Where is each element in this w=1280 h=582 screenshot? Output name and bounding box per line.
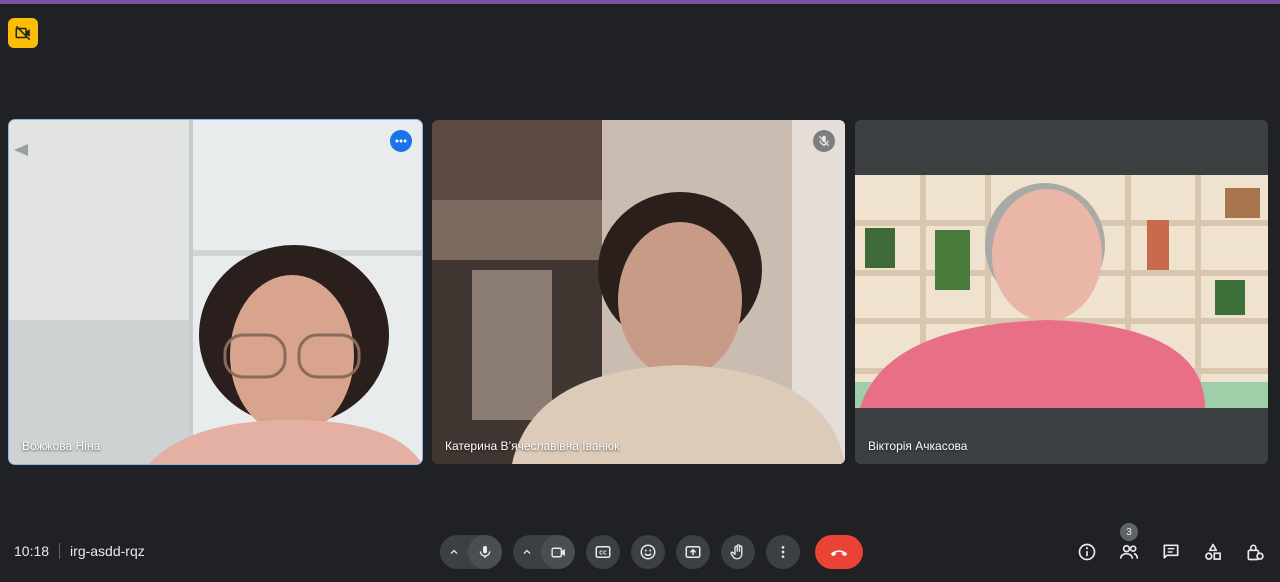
present-icon [685,546,701,558]
call-controls: CC [440,535,863,569]
call-end-icon [830,550,848,557]
chat-button[interactable] [1158,535,1184,569]
people-button[interactable]: 3 [1116,523,1142,569]
raise-hand-icon [730,544,743,560]
more-horiz-icon [395,139,407,143]
more-options-button[interactable] [766,535,800,569]
mic-button[interactable] [468,535,502,569]
participant-name: Вожжова Ніна [22,439,101,453]
meeting-time: 10:18 [14,543,50,559]
meeting-info: 10:18 irg-asdd-rqz [14,543,145,559]
captions-button[interactable]: CC [586,535,620,569]
camera-button[interactable] [541,535,575,569]
camera-control-group [513,535,575,569]
reactions-button[interactable] [631,535,665,569]
more-options-button[interactable] [390,130,412,152]
people-icon [1119,544,1139,559]
participant-video-2 [432,120,845,464]
divider [59,543,61,559]
participant-video-3 [855,120,1268,464]
participant-name: Вікторія Ачкасова [868,439,968,453]
mic-control-group [440,535,502,569]
participant-tile-2[interactable]: Катерина В’ячеславівна Іванюк [432,120,845,464]
mic-off-icon [818,135,830,147]
participant-video-1 [9,120,422,464]
captions-icon: CC [595,546,611,558]
participant-tile-3[interactable]: Вікторія Ачкасова [855,120,1268,464]
raise-hand-button[interactable] [721,535,755,569]
activities-icon [1205,543,1221,560]
present-button[interactable] [676,535,710,569]
chevron-up-icon [450,549,458,554]
recording-badge[interactable] [8,18,38,48]
svg-text:CC: CC [599,551,607,557]
top-accent-bar [0,0,1280,4]
emoji-icon [640,544,656,560]
host-controls-icon [1247,544,1264,561]
more-vert-icon [781,546,785,558]
participant-name: Катерина В’ячеславівна Іванюк [445,439,620,453]
chat-icon [1163,544,1179,559]
leave-call-button[interactable] [815,535,863,569]
meeting-code[interactable]: irg-asdd-rqz [70,543,145,559]
side-controls: 3 [1074,523,1268,569]
participant-tile-1[interactable]: Вожжова Ніна [8,119,423,465]
chevron-up-icon [523,549,531,554]
host-controls-button[interactable] [1242,535,1268,569]
muted-indicator [813,130,835,152]
audio-options-button[interactable] [440,535,468,569]
mic-icon [479,546,491,558]
videocam-icon [550,547,565,557]
info-icon [1078,543,1096,561]
recording-off-icon [15,25,31,41]
video-options-button[interactable] [513,535,541,569]
meeting-details-button[interactable] [1074,535,1100,569]
activities-button[interactable] [1200,535,1226,569]
participant-count-badge: 3 [1120,523,1138,541]
